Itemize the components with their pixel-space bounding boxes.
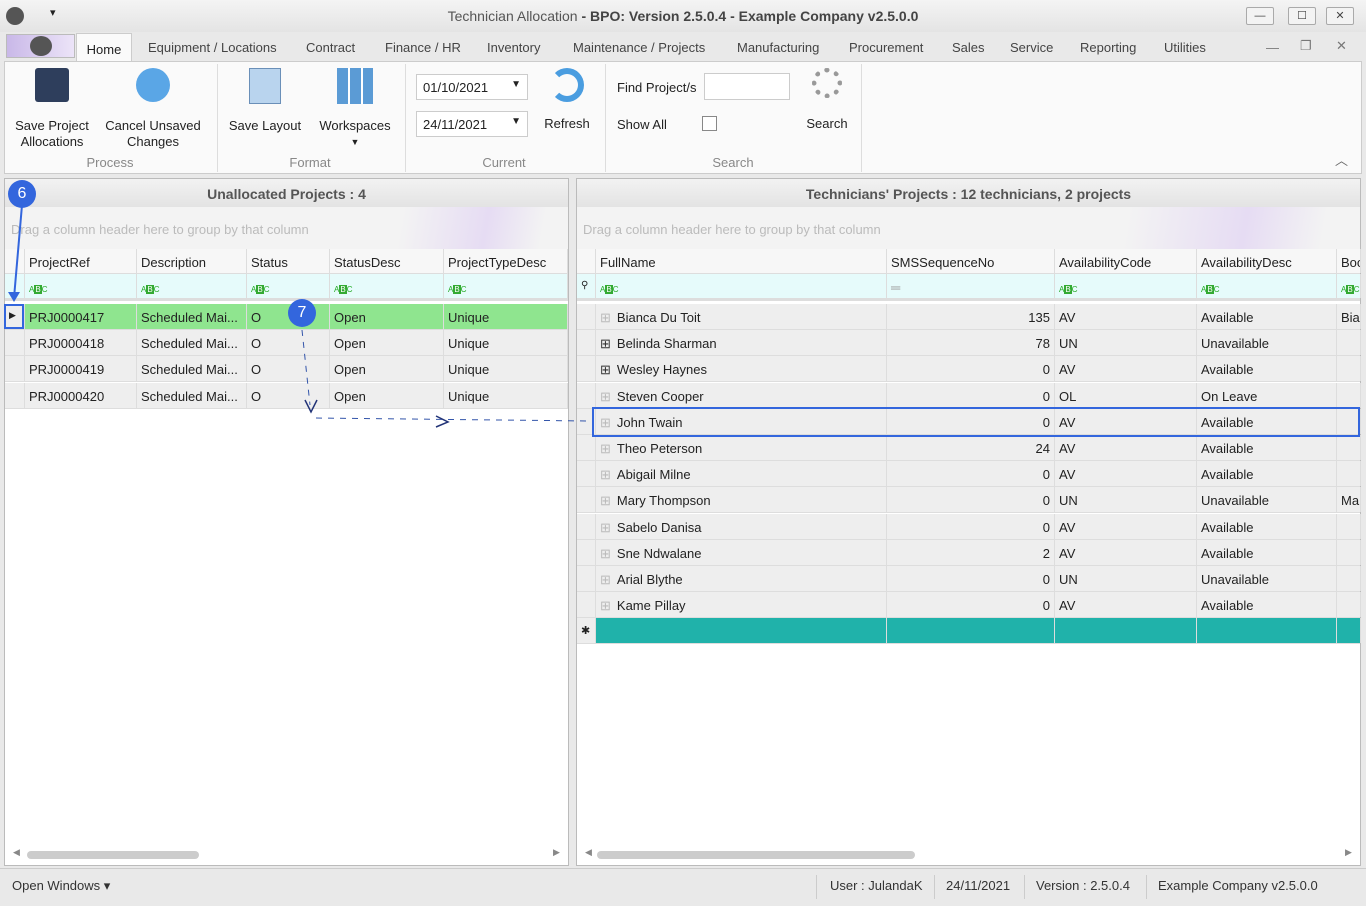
callout-7: 7: [288, 299, 316, 327]
tab-maintenance-projects[interactable]: Maintenance / Projects: [573, 40, 705, 55]
tab-procurement[interactable]: Procurement: [849, 40, 923, 55]
tab-inventory[interactable]: Inventory: [487, 40, 540, 55]
tab-finance-hr[interactable]: Finance / HR: [385, 40, 461, 55]
status-user: User : JulandaK: [830, 878, 923, 893]
status-bar: Open Windows ▾ User : JulandaK 24/11/202…: [0, 868, 1366, 906]
tab-contract[interactable]: Contract: [306, 40, 355, 55]
status-version: Version : 2.5.0.4: [1036, 878, 1130, 893]
arrow-6-line: [13, 204, 23, 299]
tab-utilities[interactable]: Utilities: [1164, 40, 1206, 55]
annotation-arrows: [4, 204, 1360, 437]
tab-manufacturing[interactable]: Manufacturing: [737, 40, 819, 55]
drag-path-line: [301, 329, 591, 422]
tab-service[interactable]: Service: [1010, 40, 1053, 55]
status-date: 24/11/2021: [946, 878, 1011, 893]
callout-6: 6: [8, 180, 36, 208]
status-company: Example Company v2.5.0.0: [1158, 878, 1318, 893]
selected-row-indicator-highlight: [4, 304, 24, 329]
tab-sales[interactable]: Sales: [952, 40, 985, 55]
tab-reporting[interactable]: Reporting: [1080, 40, 1136, 55]
arrow-6-head: [8, 292, 20, 302]
drop-target-highlight: [592, 407, 1360, 437]
drag-arrow-heads: [304, 399, 450, 428]
open-windows-button[interactable]: Open Windows ▾: [12, 878, 110, 894]
tab-equipment-locations[interactable]: Equipment / Locations: [148, 40, 277, 55]
